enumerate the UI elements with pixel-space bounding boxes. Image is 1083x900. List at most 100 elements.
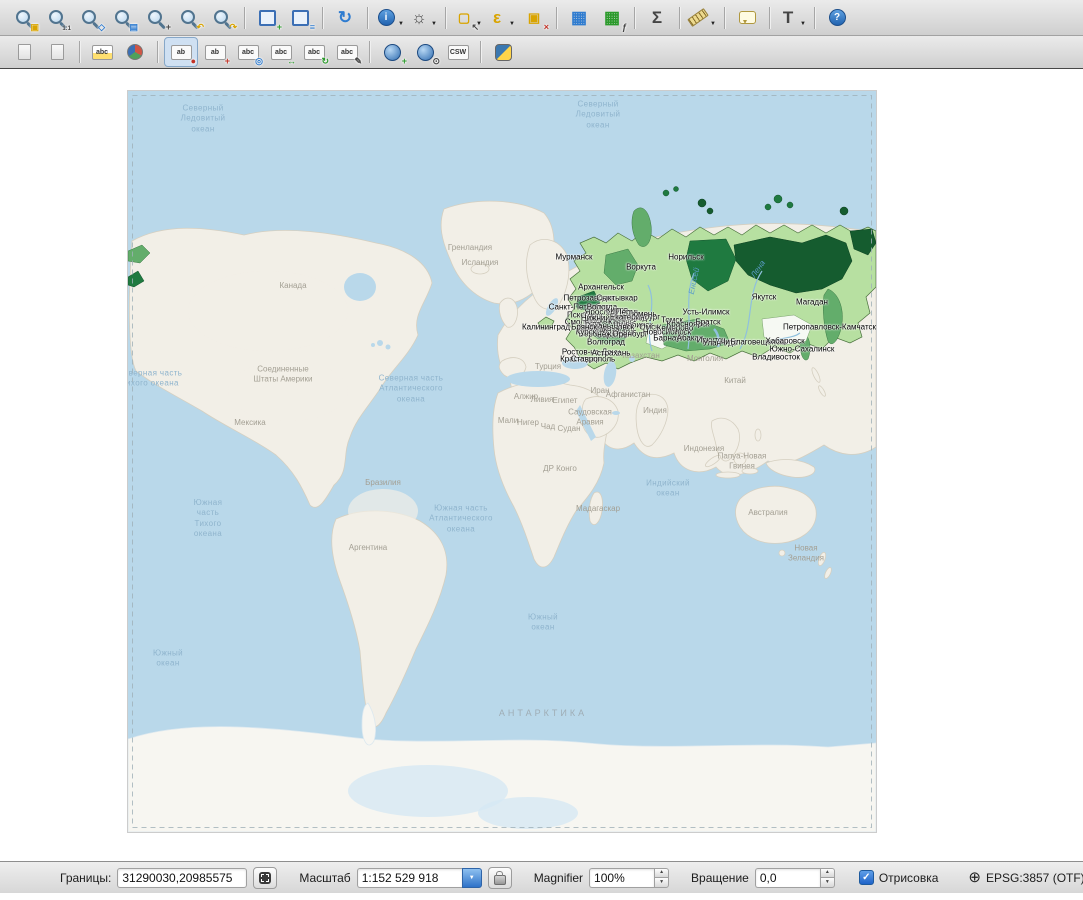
zoom-next-icon: ↷ bbox=[212, 8, 232, 28]
layer-diagram-options-button[interactable] bbox=[119, 38, 151, 66]
scale-lock-button[interactable] bbox=[488, 867, 512, 889]
dropdown-arrow-icon[interactable]: ▼ bbox=[431, 21, 437, 27]
metasearch-add-service-button[interactable]: + bbox=[376, 38, 408, 66]
render-toggle[interactable]: ✓ Отрисовка bbox=[859, 870, 939, 885]
map-label-city: Ульяновск bbox=[596, 323, 634, 332]
map-label-city: Иркутск bbox=[697, 336, 726, 345]
new-bookmark-icon: + bbox=[257, 8, 277, 28]
select-by-expression-button[interactable]: ε▼ bbox=[485, 4, 517, 32]
select-features-button[interactable]: ▢↖▼ bbox=[452, 4, 484, 32]
rotation-spinbox[interactable]: ▲ ▼ bbox=[755, 868, 835, 888]
layer-labeling-options-icon: abc bbox=[92, 42, 112, 62]
map-label-country: Алжир bbox=[514, 392, 538, 402]
map-label-country: Мали bbox=[498, 416, 518, 426]
dropdown-arrow-icon[interactable]: ▼ bbox=[800, 21, 806, 27]
map-label-country: Соединенные Штаты Америки bbox=[254, 364, 313, 383]
zoom-to-layer-button[interactable]: ▤ bbox=[107, 4, 139, 32]
step-down-icon[interactable]: ▼ bbox=[654, 877, 669, 888]
map-label-country: Мексика bbox=[234, 418, 265, 428]
metasearch-search-button[interactable]: ⊙ bbox=[409, 38, 441, 66]
copy-style-button[interactable] bbox=[8, 38, 40, 66]
layer-labeling-options-button[interactable]: abc bbox=[86, 38, 118, 66]
rotation-label: Вращение bbox=[691, 871, 749, 885]
map-label-country: Гренландия bbox=[448, 243, 492, 253]
render-checkbox[interactable]: ✓ bbox=[859, 870, 874, 885]
deselect-all-button[interactable]: ▣× bbox=[518, 4, 550, 32]
map-label-city: Красноярск bbox=[667, 320, 710, 329]
show-hide-labels-button[interactable]: abc◎ bbox=[232, 38, 264, 66]
magnifier-input[interactable] bbox=[589, 868, 654, 888]
main-area: Северный Ледовитый океанСеверный Ледовит… bbox=[0, 69, 1083, 861]
map-label-ocean: Северный Ледовитый океан bbox=[181, 103, 226, 134]
zoom-full-button[interactable]: ◇ bbox=[74, 4, 106, 32]
map-label-city: Барнаул bbox=[653, 334, 684, 343]
step-up-icon[interactable]: ▲ bbox=[820, 868, 835, 878]
crs-button[interactable]: ⊕ EPSG:3857 (OTF) bbox=[962, 869, 1083, 886]
run-feature-action-button[interactable]: ☼▼ bbox=[407, 4, 439, 32]
map-label-city: Астрахань bbox=[592, 349, 631, 358]
identify-features-button[interactable]: i▼ bbox=[374, 4, 406, 32]
map-label-country: Нигер bbox=[517, 418, 539, 428]
extents-input[interactable] bbox=[117, 868, 247, 888]
extents-button[interactable] bbox=[253, 867, 277, 889]
map-label-city: Липецк bbox=[581, 325, 608, 334]
map-label-ocean: Южный океан bbox=[153, 649, 183, 670]
paste-style-button[interactable] bbox=[41, 38, 73, 66]
text-annotation-button[interactable]: T▼ bbox=[776, 4, 808, 32]
dropdown-arrow-icon[interactable]: ▼ bbox=[710, 21, 716, 27]
csw-client-button[interactable]: CSW bbox=[442, 38, 474, 66]
toolbar-separator bbox=[679, 7, 680, 29]
dropdown-arrow-icon[interactable]: ▼ bbox=[509, 21, 515, 27]
show-bookmarks-button[interactable]: ≡ bbox=[284, 4, 316, 32]
map-label-country: Папуа-Новая Гвинея bbox=[718, 451, 767, 470]
highlight-pinned-labels-button[interactable]: ab● bbox=[164, 37, 198, 67]
scale-combobox[interactable]: ▼ bbox=[357, 868, 482, 888]
select-features-icon: ▢↖ bbox=[454, 8, 474, 28]
scale-input[interactable] bbox=[357, 868, 462, 888]
rotate-label-button[interactable]: abc↻ bbox=[298, 38, 330, 66]
map-label-river: Енисей bbox=[687, 267, 701, 295]
show-statistical-summary-button[interactable]: Σ bbox=[641, 4, 673, 32]
dropdown-arrow-icon[interactable]: ▼ bbox=[398, 21, 404, 27]
rotation-steppers[interactable]: ▲ ▼ bbox=[820, 868, 835, 888]
zoom-next-button[interactable]: ↷ bbox=[206, 4, 238, 32]
zoom-to-selection-button[interactable]: ▣ bbox=[8, 4, 40, 32]
refresh-button[interactable]: ↻ bbox=[329, 4, 361, 32]
python-console-icon bbox=[493, 42, 513, 62]
open-attribute-table-icon: ▦ bbox=[569, 8, 589, 28]
map-label-city: Курск bbox=[576, 328, 597, 337]
map-tips-button[interactable] bbox=[731, 4, 763, 32]
step-down-icon[interactable]: ▼ bbox=[820, 877, 835, 888]
zoom-in-button[interactable]: + bbox=[140, 4, 172, 32]
map-label-city: Ижевск bbox=[611, 313, 638, 322]
help-contents-button[interactable]: ? bbox=[821, 4, 853, 32]
map-label-city: Ставрополь bbox=[571, 355, 615, 364]
pin-unpin-labels-button[interactable]: ab+ bbox=[199, 38, 231, 66]
map-label-country: Казахстан bbox=[622, 351, 660, 361]
measure-line-button[interactable]: ▼ bbox=[686, 4, 718, 32]
open-attribute-table-button[interactable]: ▦ bbox=[563, 4, 595, 32]
map-label-ocean: Южная часть Тихого океана bbox=[194, 498, 223, 540]
zoom-native-1-1-button[interactable]: 1:1 bbox=[41, 4, 73, 32]
new-bookmark-button[interactable]: + bbox=[251, 4, 283, 32]
zoom-last-button[interactable]: ↶ bbox=[173, 4, 205, 32]
rotation-input[interactable] bbox=[755, 868, 820, 888]
magnifier-steppers[interactable]: ▲ ▼ bbox=[654, 868, 669, 888]
scale-dropdown-button[interactable]: ▼ bbox=[462, 868, 482, 888]
python-console-button[interactable] bbox=[487, 38, 519, 66]
map-label-city: Новосибирск bbox=[643, 328, 691, 337]
move-label-button[interactable]: abc↔ bbox=[265, 38, 297, 66]
change-label-properties-button[interactable]: abc✎ bbox=[331, 38, 363, 66]
toolbar-separator bbox=[480, 41, 481, 63]
map-label-country: Аргентина bbox=[349, 543, 387, 553]
map-canvas[interactable]: Северный Ледовитый океанСеверный Ледовит… bbox=[127, 90, 877, 833]
toolbar-separator bbox=[322, 7, 323, 29]
map-label-city: Абакан bbox=[677, 334, 704, 343]
map-label-city: Улан-Удэ bbox=[703, 339, 737, 348]
map-label-country: Новая Зеландия bbox=[788, 543, 824, 562]
map-label-city: Киров bbox=[606, 306, 628, 315]
open-field-calculator-button[interactable]: ▦ƒ bbox=[596, 4, 628, 32]
step-up-icon[interactable]: ▲ bbox=[654, 868, 669, 878]
map-label-city: Краснодар bbox=[560, 355, 600, 364]
magnifier-spinbox[interactable]: ▲ ▼ bbox=[589, 868, 669, 888]
